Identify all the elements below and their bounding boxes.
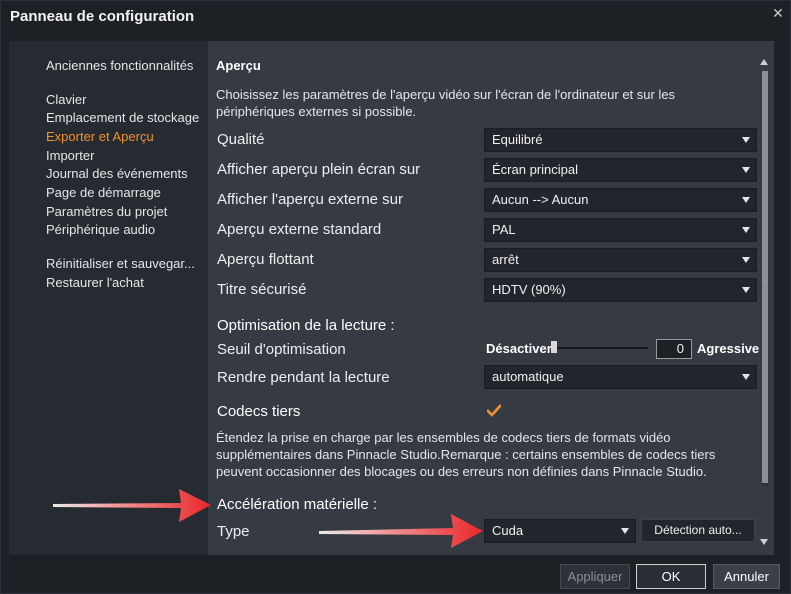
sidebar-item-startup-page[interactable]: Page de démarrage: [46, 185, 206, 200]
chevron-down-icon: [742, 287, 750, 293]
external-preview-label: Afficher l'aperçu externe sur: [217, 191, 404, 208]
fullscreen-preview-select[interactable]: Écran principal: [484, 158, 757, 182]
codecs-checkbox[interactable]: [487, 404, 501, 418]
external-preview-select[interactable]: Aucun --> Aucun: [484, 188, 757, 212]
floating-preview-label: Aperçu flottant: [217, 251, 314, 268]
floating-preview-select[interactable]: arrêt: [484, 248, 757, 272]
slider-max-label: Agressive: [697, 341, 760, 356]
slider-min-label: Désactiver: [486, 341, 552, 356]
hw-type-label: Type: [217, 523, 250, 540]
auto-detect-button[interactable]: Détection auto...: [641, 519, 755, 542]
playback-heading: Optimisation de la lecture :: [217, 317, 395, 334]
window-title: Panneau de configuration: [10, 8, 195, 25]
sidebar-item-export-preview[interactable]: Exporter et Aperçu: [46, 129, 206, 144]
codecs-description: Étendez la prise en charge par les ensem…: [216, 430, 716, 479]
scroll-down-icon[interactable]: [760, 539, 768, 545]
sidebar-item-event-log[interactable]: Journal des événements: [46, 166, 206, 181]
scroll-up-icon[interactable]: [760, 59, 768, 65]
sidebar-item-keyboard[interactable]: Clavier: [46, 92, 206, 107]
quality-label: Qualité: [217, 131, 265, 148]
cancel-button[interactable]: Annuler: [713, 564, 780, 589]
chevron-down-icon: [742, 227, 750, 233]
close-icon[interactable]: ✕: [768, 3, 788, 23]
chevron-down-icon: [621, 528, 629, 534]
preview-description: Choisissez les paramètres de l'aperçu vi…: [216, 87, 676, 119]
sidebar-item-import[interactable]: Importer: [46, 148, 206, 163]
config-dialog: Panneau de configuration ✕ Anciennes fon…: [0, 0, 791, 594]
grip-icon: ▫: [764, 277, 767, 286]
safe-title-label: Titre sécurisé: [217, 281, 307, 298]
chevron-down-icon: [742, 257, 750, 263]
chevron-down-icon: [742, 197, 750, 203]
sidebar-item-audio-device[interactable]: Périphérique audio: [46, 222, 206, 237]
sidebar-item-restore-purchase[interactable]: Restaurer l'achat: [46, 275, 206, 290]
threshold-slider-thumb[interactable]: [551, 341, 557, 353]
sidebar: Anciennes fonctionnalités Clavier Emplac…: [9, 41, 208, 555]
sidebar-item-storage[interactable]: Emplacement de stockage: [46, 110, 206, 125]
external-standard-select[interactable]: PAL: [484, 218, 757, 242]
threshold-slider-track[interactable]: [553, 347, 648, 349]
chevron-down-icon: [742, 167, 750, 173]
settings-panel: Aperçu Choisissez les paramètres de l'ap…: [208, 41, 774, 555]
apply-button[interactable]: Appliquer: [560, 564, 630, 589]
render-label: Rendre pendant la lecture: [217, 369, 390, 386]
chevron-down-icon: [742, 374, 750, 380]
checkmark-icon: [487, 404, 501, 417]
safe-title-select[interactable]: HDTV (90%): [484, 278, 757, 302]
codecs-label: Codecs tiers: [217, 403, 301, 420]
sidebar-item-project-settings[interactable]: Paramètres du projet: [46, 204, 206, 219]
threshold-value-input[interactable]: 0: [656, 339, 692, 359]
sidebar-item-legacy[interactable]: Anciennes fonctionnalités: [46, 58, 206, 73]
render-select[interactable]: automatique: [484, 365, 757, 389]
ok-button[interactable]: OK: [636, 564, 706, 589]
chevron-down-icon: [742, 137, 750, 143]
fullscreen-preview-label: Afficher aperçu plein écran sur: [217, 161, 421, 178]
external-standard-label: Aperçu externe standard: [217, 221, 382, 238]
hw-type-select[interactable]: Cuda: [484, 519, 636, 543]
sidebar-item-reset-backup[interactable]: Réinitialiser et sauvegar...: [46, 256, 206, 271]
quality-select[interactable]: Equilibré: [484, 128, 757, 152]
threshold-label: Seuil d'optimisation: [217, 341, 346, 358]
preview-heading: Aperçu: [216, 58, 261, 73]
hw-accel-heading: Accélération matérielle :: [217, 496, 378, 513]
